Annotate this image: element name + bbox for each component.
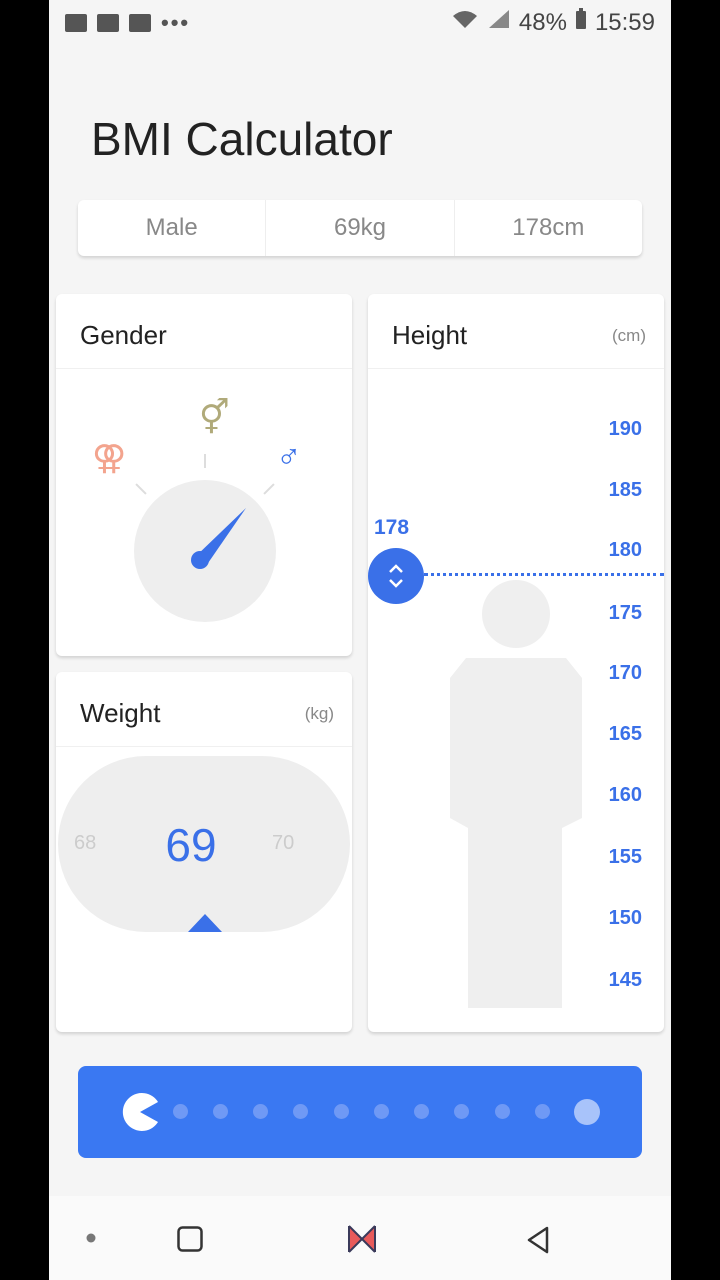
height-card-header: Height (cm) xyxy=(368,294,664,369)
height-indicator-line xyxy=(424,573,664,576)
summary-gender: Male xyxy=(78,200,267,256)
height-scale-label: 185 xyxy=(608,479,642,501)
back-icon[interactable] xyxy=(525,1226,551,1254)
height-scale-label: 170 xyxy=(608,662,642,684)
height-drag-handle[interactable] xyxy=(368,548,424,604)
height-card-title: Height xyxy=(392,320,468,350)
recent-apps-icon[interactable] xyxy=(177,1226,203,1252)
system-nav-bar xyxy=(49,1196,671,1280)
height-scale-label: 165 xyxy=(608,723,642,745)
height-scale-label: 175 xyxy=(608,602,642,624)
height-scale-label: 190 xyxy=(608,418,642,440)
up-down-chevron-icon xyxy=(389,564,403,588)
video-icon xyxy=(97,14,119,32)
status-bar: ••• 48% 15:59 xyxy=(49,0,671,44)
weight-card: Weight (kg) 68 69 70 xyxy=(56,672,352,1032)
progress-dot xyxy=(495,1104,510,1119)
battery-icon xyxy=(575,8,587,37)
progress-dot xyxy=(293,1104,308,1119)
weight-pointer-icon xyxy=(188,914,222,932)
image-icon xyxy=(129,14,151,32)
pacman-icon xyxy=(122,1093,158,1131)
height-scale-label: 155 xyxy=(608,846,642,868)
progress-dot xyxy=(173,1104,188,1119)
home-icon[interactable] xyxy=(347,1224,377,1254)
more-notifications-icon: ••• xyxy=(161,10,191,35)
height-scale-label: 180 xyxy=(608,539,642,561)
battery-level: 48% xyxy=(518,8,567,36)
height-unit: (cm) xyxy=(612,326,646,345)
weight-unit: (kg) xyxy=(304,704,334,723)
progress-dot xyxy=(535,1104,550,1119)
female-symbol-icon[interactable]: ⚢ xyxy=(92,438,126,478)
clock: 15:59 xyxy=(594,8,655,36)
signal-icon xyxy=(487,8,511,37)
weight-card-title: Weight xyxy=(80,698,161,728)
progress-dot xyxy=(454,1104,469,1119)
dial-needle-icon xyxy=(191,508,246,569)
height-value: 178 xyxy=(374,516,410,539)
progress-dot xyxy=(213,1104,228,1119)
male-symbol-icon[interactable]: ♂ xyxy=(276,438,302,477)
gender-card-header: Gender xyxy=(56,294,352,369)
gender-card: Gender ⚢ ⚥ ♂ xyxy=(56,294,352,656)
gender-card-title: Gender xyxy=(80,320,167,350)
gender-tick xyxy=(204,454,206,468)
person-silhouette-icon xyxy=(450,580,582,1008)
summary-height: 178cm xyxy=(512,214,585,241)
progress-dot xyxy=(414,1104,429,1119)
progress-dot xyxy=(334,1104,349,1119)
nav-dot-icon[interactable] xyxy=(86,1233,96,1243)
weight-next-value: 70 xyxy=(272,832,295,854)
height-scale-label: 160 xyxy=(608,784,642,806)
gender-dial[interactable] xyxy=(134,480,276,622)
page-title: BMI Calculator xyxy=(91,113,393,165)
video-icon xyxy=(65,14,87,32)
progress-dot xyxy=(374,1104,389,1119)
height-card: Height (cm) 190 185 180 175 170 165 160 … xyxy=(368,294,664,1032)
summary-bar: Male 69kg 178cm xyxy=(78,200,642,256)
height-scale-label: 145 xyxy=(608,969,642,991)
progress-dot-end xyxy=(574,1099,600,1125)
other-gender-symbol-icon[interactable]: ⚥ xyxy=(199,398,230,438)
progress-dot xyxy=(253,1104,268,1119)
height-scale-label: 150 xyxy=(608,907,642,929)
app-screen: ••• 48% 15:59 BMI Calculator Male 69kg 1… xyxy=(49,0,671,1280)
weight-card-header: Weight (kg) xyxy=(56,672,352,747)
calculate-button[interactable] xyxy=(78,1066,642,1158)
wifi-icon xyxy=(451,8,479,37)
summary-weight: 69kg xyxy=(266,200,455,256)
